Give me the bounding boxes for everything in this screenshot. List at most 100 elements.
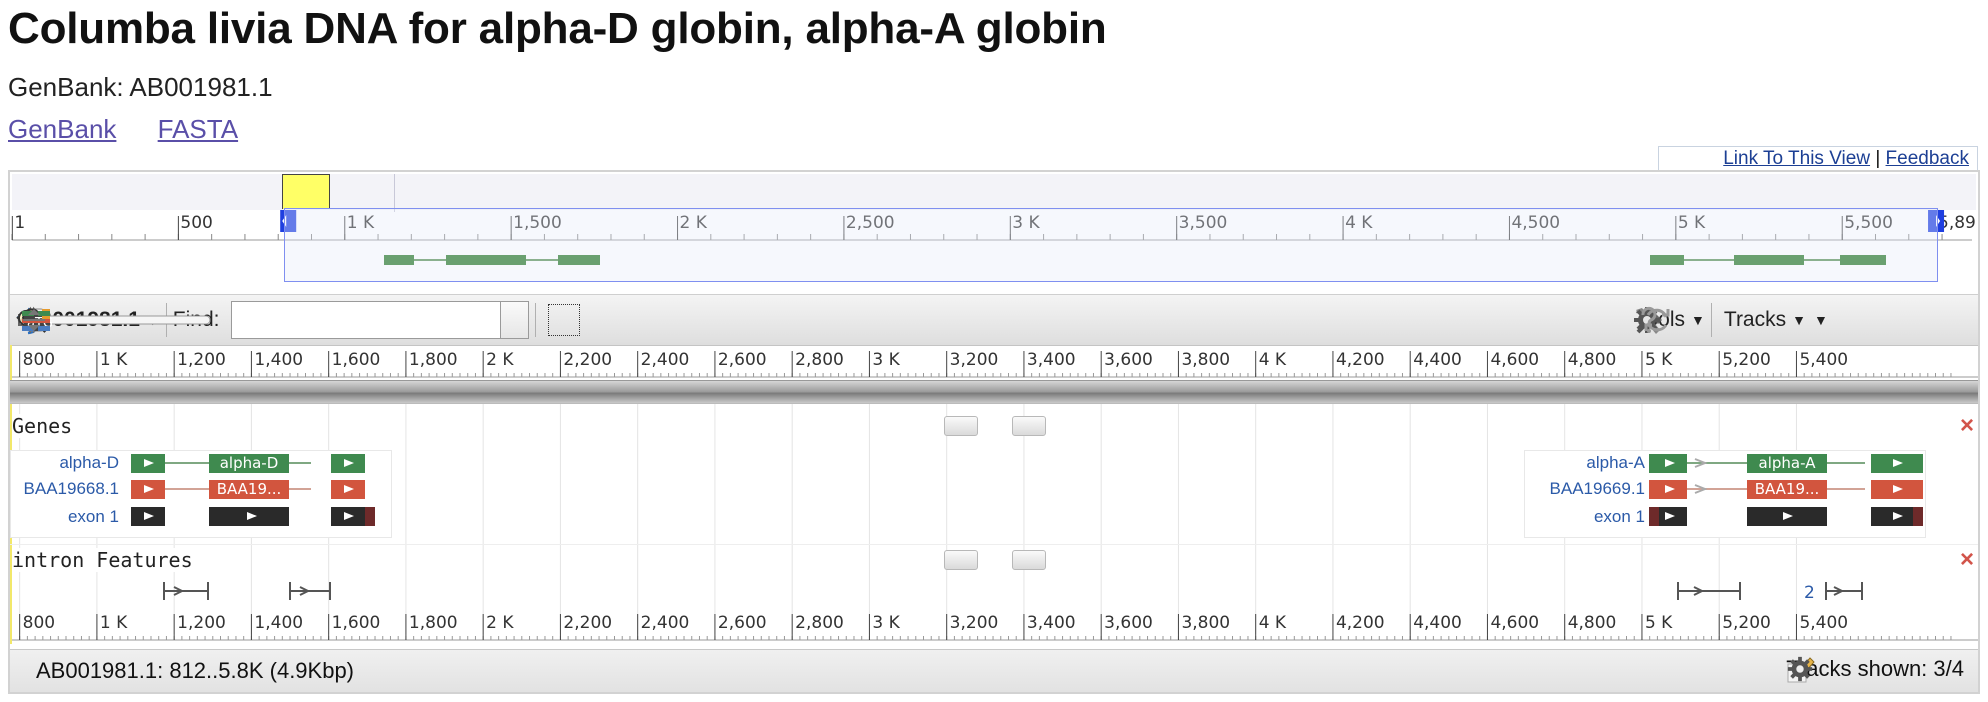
page-title: Columba livia DNA for alpha-D globin, al… bbox=[8, 4, 1107, 53]
ruler-tick-label: 5,400 bbox=[1799, 350, 1848, 370]
ruler-tick-label: 4 K bbox=[1259, 613, 1287, 633]
main-toolbar: AB001981.1 ▼ Find: aTG Tools ▼ bbox=[10, 294, 1978, 346]
scroll-scale-bar[interactable] bbox=[10, 380, 1978, 404]
status-right: Tracks shown: 3/4 bbox=[1786, 655, 1964, 683]
chevron-down-icon[interactable]: ▼ bbox=[1691, 312, 1705, 328]
ruler-tick-label: 3,400 bbox=[1027, 613, 1076, 633]
ruler-tick-label: 1,600 bbox=[332, 350, 381, 370]
toolbar-separator bbox=[535, 303, 537, 337]
format-links: GenBank FASTA bbox=[8, 114, 272, 145]
feedback-bar: Link To This View | Feedback bbox=[1658, 146, 1978, 170]
ruler-tick-label: 1,200 bbox=[177, 613, 226, 633]
gene-group-right: alpha-A BAA19669.1 exon 1 alpha-A BAA19.… bbox=[1524, 450, 1926, 538]
gene-name-right: alpha-A bbox=[1759, 454, 1817, 472]
question-icon[interactable] bbox=[1636, 305, 1662, 335]
ruler-tick-label: 4,800 bbox=[1568, 350, 1617, 370]
gene-feature-glyphs-left[interactable]: alpha-D BAA19... bbox=[11, 451, 391, 537]
link-to-view-link[interactable]: Link To This View bbox=[1723, 148, 1870, 169]
feedback-link[interactable]: Feedback bbox=[1886, 148, 1969, 169]
ruler-tick-label: 4,400 bbox=[1413, 350, 1462, 370]
ruler-tick-label: 2,800 bbox=[795, 613, 844, 633]
ruler-tick-label: 4,200 bbox=[1336, 350, 1385, 370]
ruler-tick-label: 3,800 bbox=[1181, 350, 1230, 370]
ruler-tick-label: 2,800 bbox=[795, 350, 844, 370]
ruler-tick-label: 4 K bbox=[1259, 350, 1287, 370]
ruler-tick-label: 800 bbox=[23, 350, 55, 370]
chevron-down-icon[interactable]: ▼ bbox=[1792, 312, 1806, 328]
ruler-tick-label: 4,800 bbox=[1568, 613, 1617, 633]
overview-exon-block bbox=[1840, 255, 1886, 265]
ruler-tick-label: 3 K bbox=[872, 613, 900, 633]
next-feature-button[interactable] bbox=[1012, 550, 1046, 570]
ruler-tick-label: 3,200 bbox=[950, 350, 999, 370]
ruler-tick-label: 3 K bbox=[872, 350, 900, 370]
location-readout: AB001981.1: 812..5.8K (4.9Kbp) bbox=[36, 658, 355, 683]
ruler-tick-label: 1,800 bbox=[409, 613, 458, 633]
gene-group-left: alpha-D BAA19668.1 exon 1 alpha-D BAA19.… bbox=[10, 450, 392, 538]
find-input[interactable] bbox=[231, 301, 502, 339]
overview-exon-block bbox=[446, 255, 526, 265]
tracks-menu[interactable]: Tracks bbox=[1724, 308, 1786, 332]
close-icon[interactable]: × bbox=[1960, 414, 1974, 438]
ruler-tick-label: 5 K bbox=[1645, 613, 1673, 633]
ruler-tick-label: 1,400 bbox=[254, 613, 303, 633]
intron-number-label: 2 bbox=[1804, 583, 1815, 603]
ruler-tick-label: 5 K bbox=[1645, 350, 1673, 370]
prev-feature-button[interactable] bbox=[944, 416, 978, 436]
gene-feature-glyphs-right[interactable]: alpha-A BAA19... bbox=[1525, 451, 1925, 537]
toolbar-separator bbox=[1710, 303, 1712, 337]
ruler-tick-label: 3,200 bbox=[950, 613, 999, 633]
ruler-tick-label: 3,800 bbox=[1181, 613, 1230, 633]
genbank-link[interactable]: GenBank bbox=[8, 114, 116, 144]
status-bar: AB001981.1: 812..5.8K (4.9Kbp) Tracks sh… bbox=[10, 649, 1978, 692]
ruler-tick-label: 4,400 bbox=[1413, 613, 1462, 633]
overview-exon-block bbox=[384, 255, 414, 265]
ruler-tick-label: 1 K bbox=[100, 613, 128, 633]
ruler-tick-label: 5,400 bbox=[1799, 613, 1848, 633]
accession-subtitle: GenBank: AB001981.1 bbox=[8, 72, 273, 102]
close-icon[interactable]: × bbox=[1960, 548, 1974, 572]
ruler-tick-label: 3,400 bbox=[1027, 350, 1076, 370]
ruler-tick-label: 2 K bbox=[486, 613, 514, 633]
gear-icon[interactable] bbox=[1786, 655, 1814, 683]
ruler-tick-label: 2,400 bbox=[641, 350, 690, 370]
chevron-down-icon[interactable]: ▼ bbox=[1814, 312, 1828, 328]
ruler-tick-label: 3,600 bbox=[1104, 350, 1153, 370]
find-dropdown-button[interactable] bbox=[16, 301, 530, 339]
ruler-tick-label: 4,600 bbox=[1490, 350, 1539, 370]
zoom-out-button[interactable] bbox=[18, 304, 581, 336]
ruler-tick-label: 2,600 bbox=[718, 613, 767, 633]
overview-features bbox=[384, 255, 1886, 265]
ruler-tick-label: 2,200 bbox=[563, 613, 612, 633]
toolbar-left: AB001981.1 ▼ Find: aTG bbox=[16, 295, 581, 345]
collapse-tracks-icon[interactable] bbox=[20, 305, 48, 335]
overview-panel[interactable]: 1 500 1 K 1,500 2 K 2,500 3 K 3,500 4 K 4,500 5 K5… bbox=[10, 172, 1978, 284]
overview-exon-block bbox=[1734, 255, 1804, 265]
ruler-tick-label: 2 K bbox=[486, 350, 514, 370]
overview-exon-block bbox=[558, 255, 600, 265]
ruler-tick-label: 2,200 bbox=[563, 350, 612, 370]
ruler-tick-label: 2,400 bbox=[641, 613, 690, 633]
bottom-ruler: 800 1 K 1,200 1,400 1,600 1,800 2 K 2,200 2,400 2… bbox=[10, 608, 1978, 644]
fasta-link[interactable]: FASTA bbox=[158, 114, 238, 144]
intron-track-label[interactable]: intron Features bbox=[12, 548, 193, 572]
ruler-tick-label: 4,600 bbox=[1490, 613, 1539, 633]
gene-name-left: alpha-D bbox=[220, 454, 279, 472]
toolbar-right: Tools ▼ Tracks ▼ ▼ bbox=[1632, 295, 1828, 345]
find-box bbox=[16, 301, 530, 339]
next-feature-button[interactable] bbox=[1012, 416, 1046, 436]
genes-track-label[interactable]: Genes bbox=[12, 414, 73, 438]
genome-viewer: 1 500 1 K 1,500 2 K 2,500 3 K 3,500 4 K 4,500 5 K5… bbox=[8, 170, 1980, 694]
ruler-tick-label: 800 bbox=[23, 613, 55, 633]
genes-track-divider bbox=[10, 544, 1978, 545]
ruler-tick-label: 4,200 bbox=[1336, 613, 1385, 633]
prev-feature-button[interactable] bbox=[944, 550, 978, 570]
overview-exon-block bbox=[1650, 255, 1684, 265]
ruler-tick-label: 1,400 bbox=[254, 350, 303, 370]
ruler-tick-label: 5,200 bbox=[1722, 350, 1771, 370]
feedback-separator: | bbox=[1875, 148, 1881, 169]
cds-name-right: BAA19... bbox=[1755, 480, 1820, 498]
ruler-tick-label: 5,200 bbox=[1722, 613, 1771, 633]
ruler-tick-label: 1,800 bbox=[409, 350, 458, 370]
ruler-tick-label: 2,600 bbox=[718, 350, 767, 370]
